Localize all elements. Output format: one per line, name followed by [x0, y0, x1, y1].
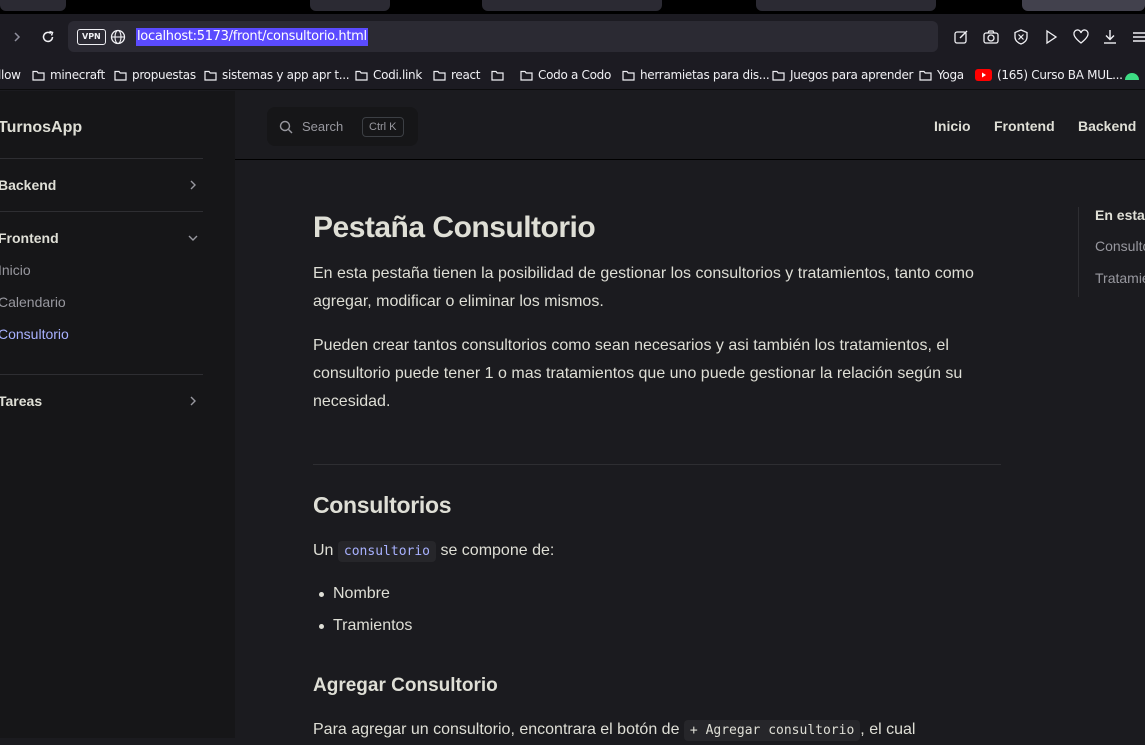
search-label: Search — [302, 119, 344, 134]
add-paragraph: Para agregar un consultorio, encontrara … — [313, 716, 1003, 745]
sidebar-divider — [0, 158, 203, 159]
bookmark-item[interactable]: llow — [0, 67, 21, 83]
browser-tab[interactable] — [0, 0, 66, 11]
page-outline: En esta página Consultorios Tratamientos — [1078, 207, 1145, 297]
bookmark-item[interactable]: herramietas para dis... — [622, 67, 770, 83]
intro-paragraph: Pueden crear tantos consultorios como se… — [313, 337, 963, 410]
url-text[interactable]: localhost:5173/front/consultorio.html — [136, 28, 368, 46]
browser-toolbar: VPN localhost:5173/front/consultorio.htm… — [0, 14, 1145, 60]
youtube-icon — [975, 69, 992, 81]
chevron-down-icon[interactable] — [186, 231, 200, 245]
browser-tab-strip — [0, 0, 1145, 14]
sidebar-group-backend[interactable]: Backend — [0, 177, 56, 193]
bookmark-item[interactable]: minecraft — [32, 67, 105, 83]
heart-icon[interactable] — [1072, 28, 1090, 46]
shield-icon[interactable] — [1012, 28, 1030, 46]
list-item: Nombre — [313, 578, 1003, 610]
folder-icon — [355, 70, 368, 81]
android-icon — [1125, 73, 1139, 80]
folder-icon — [772, 70, 785, 81]
article-content: Pestaña Consultorio En esta pestaña tien… — [313, 208, 1003, 745]
bookmark-item[interactable]: Codi.link — [355, 67, 422, 83]
download-icon[interactable] — [1101, 28, 1119, 46]
sidebar: TurnosApp Backend Frontend Inicio Calend… — [0, 91, 235, 738]
folder-icon — [114, 70, 127, 81]
folder-icon — [919, 70, 932, 81]
section-title: Consultorios — [313, 492, 452, 518]
sidebar-item-consultorio[interactable]: Consultorio — [0, 326, 69, 342]
forward-button[interactable] — [6, 26, 28, 48]
browser-tab[interactable] — [482, 0, 662, 11]
folder-icon — [32, 70, 45, 81]
search-button[interactable]: Search Ctrl K — [267, 107, 418, 146]
inline-code: consultorio — [337, 541, 436, 562]
camera-icon[interactable] — [982, 28, 1000, 46]
vpn-badge[interactable]: VPN — [77, 29, 106, 45]
bookmark-item[interactable] — [1124, 67, 1140, 83]
folder-icon — [433, 70, 446, 81]
page-title: Pestaña Consultorio — [313, 211, 596, 244]
sidebar-group-frontend[interactable]: Frontend — [0, 230, 59, 246]
nav-backend[interactable]: Backend — [1078, 118, 1136, 134]
folder-icon — [622, 70, 635, 81]
bookmark-item[interactable]: react — [433, 67, 481, 83]
play-icon[interactable] — [1042, 28, 1060, 46]
outline-title: En esta página — [1095, 207, 1145, 223]
list-item: Tramientos — [313, 610, 1003, 642]
sidebar-item-calendario[interactable]: Calendario — [0, 294, 66, 310]
browser-tab[interactable] — [1022, 0, 1145, 11]
bookmark-item[interactable] — [491, 67, 509, 83]
outline-item[interactable]: Tratamientos — [1095, 270, 1145, 286]
address-bar[interactable]: VPN localhost:5173/front/consultorio.htm… — [68, 21, 938, 52]
search-shortcut: Ctrl K — [362, 117, 404, 137]
outline-item[interactable]: Consultorios — [1095, 238, 1145, 254]
reload-icon — [42, 30, 54, 43]
bookmark-item[interactable]: Codo a Codo — [520, 67, 611, 83]
edit-icon[interactable] — [952, 28, 970, 46]
menu-icon[interactable] — [1130, 28, 1145, 46]
folder-icon — [520, 70, 533, 81]
sidebar-divider — [0, 211, 203, 212]
bookmarks-bar: llow minecraft propuestas sistemas y app… — [0, 60, 1145, 90]
docs-page: TurnosApp Backend Frontend Inicio Calend… — [0, 91, 1145, 741]
folder-icon — [204, 70, 217, 81]
subsection-title: Agregar Consultorio — [313, 675, 498, 696]
bookmark-item[interactable]: Juegos para aprender — [772, 67, 914, 83]
field-list: Nombre Tramientos — [313, 578, 1003, 642]
top-navbar: Search Ctrl K Inicio Frontend Backend — [235, 91, 1145, 160]
sidebar-item-inicio[interactable]: Inicio — [0, 262, 31, 278]
nav-inicio[interactable]: Inicio — [934, 118, 971, 134]
intro-paragraph: En esta pestaña tienen la posibilidad de… — [313, 265, 974, 310]
reload-button[interactable] — [37, 26, 59, 48]
compose-paragraph: Un consultorio se compone de: — [313, 537, 1003, 566]
chevron-right-icon — [14, 32, 21, 42]
browser-tab[interactable] — [310, 0, 390, 11]
chevron-right-icon[interactable] — [186, 178, 200, 192]
search-icon — [279, 120, 293, 134]
section-divider — [313, 464, 1001, 465]
browser-tab[interactable] — [756, 0, 936, 11]
globe-icon — [110, 29, 126, 45]
nav-frontend[interactable]: Frontend — [994, 118, 1055, 134]
bookmark-item[interactable]: sistemas y app apr t... — [204, 67, 350, 83]
chevron-right-icon[interactable] — [186, 394, 200, 408]
sidebar-divider — [0, 374, 203, 375]
bookmark-item[interactable]: Yoga — [919, 67, 964, 83]
folder-icon — [491, 70, 504, 81]
site-brand[interactable]: TurnosApp — [0, 119, 82, 137]
sidebar-group-tareas[interactable]: Tareas — [0, 393, 42, 409]
bookmark-item[interactable]: (165) Curso BA MUL... — [975, 67, 1123, 83]
bookmark-item[interactable]: propuestas — [114, 67, 196, 83]
